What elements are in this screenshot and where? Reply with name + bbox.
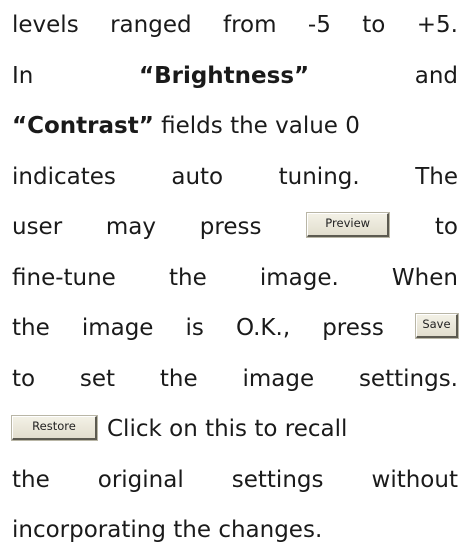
word: levels (12, 12, 79, 38)
text-line-7: the image is O.K., press Save (12, 303, 458, 354)
word: In (12, 62, 34, 89)
word: auto (171, 163, 224, 190)
word: indicates (12, 163, 116, 190)
word: press (322, 315, 384, 341)
word: and (414, 62, 458, 89)
preview-button[interactable]: Preview (307, 213, 390, 238)
word: without (371, 466, 458, 493)
word: image. (259, 264, 339, 291)
text-fragment: incorporating the changes. (12, 517, 323, 543)
word: set (79, 365, 116, 392)
text-fragment: fields the value 0 (153, 113, 360, 139)
text-line-4: indicates auto tuning. The (12, 152, 458, 203)
word: to (434, 214, 458, 240)
word: to (362, 12, 386, 38)
word: O.K., (235, 315, 291, 341)
text-line-5: user may press Preview to (12, 202, 458, 253)
word: image (242, 365, 315, 392)
word: The (415, 163, 458, 190)
text-line-6: fine-tune the image. When (12, 253, 458, 304)
text-line-1: levels ranged from -5 to +5. (12, 0, 458, 51)
word: -5 (307, 12, 331, 38)
text-line-2: In “Brightness” and (12, 51, 458, 102)
word: press (199, 214, 262, 240)
word: may (105, 214, 157, 240)
text-line-8: to set the image settings. (12, 354, 458, 405)
save-button[interactable]: Save (415, 314, 458, 339)
word: ranged (110, 12, 192, 38)
word: settings. (358, 365, 458, 392)
word: from (222, 12, 277, 38)
word: to (12, 365, 36, 392)
text-fragment: Click on this to recall (107, 416, 348, 442)
word: image (81, 315, 154, 341)
brightness-field-name: “Brightness” (138, 62, 310, 89)
word: When (391, 264, 458, 291)
instructions-paragraph: levels ranged from -5 to +5. In “Brightn… (12, 0, 458, 556)
text-line-10: the original settings without (12, 455, 458, 506)
word: original (97, 466, 184, 493)
word: user (12, 214, 63, 240)
word: settings (231, 466, 324, 493)
word: the (12, 315, 50, 341)
word: the (159, 365, 198, 392)
text-line-3: “Contrast” fields the value 0 (12, 101, 458, 152)
word: fine-tune (12, 264, 116, 291)
text-line-11: incorporating the changes. (12, 505, 458, 556)
restore-button[interactable]: Restore (12, 415, 97, 440)
word: tuning. (278, 163, 360, 190)
word: the (168, 264, 207, 291)
text-line-9: Restore Click on this to recall (12, 404, 458, 455)
word: +5. (416, 12, 458, 38)
contrast-field-name: “Contrast” (12, 113, 154, 139)
word: the (12, 466, 50, 493)
word: is (185, 315, 204, 341)
